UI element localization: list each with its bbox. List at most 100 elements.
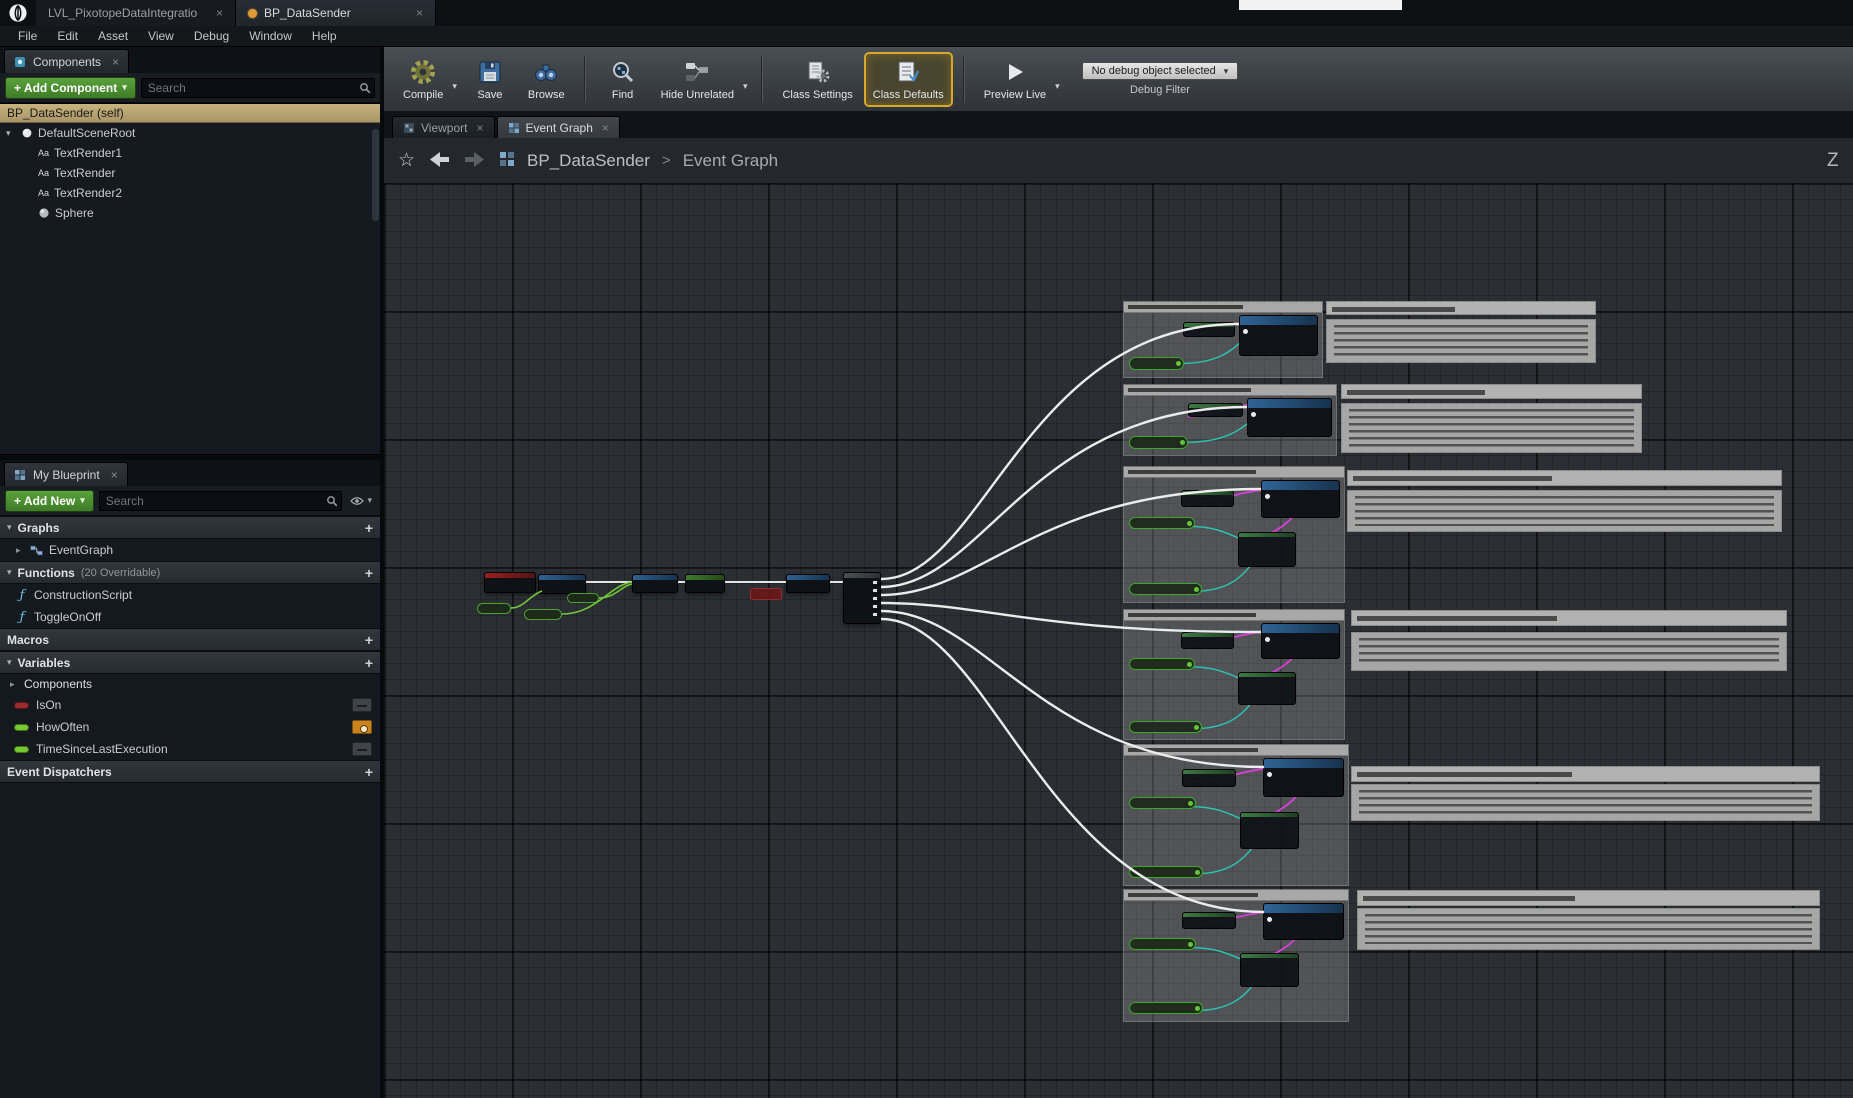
- list-item-eventgraph[interactable]: ▸ EventGraph: [0, 539, 380, 561]
- section-functions[interactable]: ▾ Functions (20 Overridable) +: [0, 561, 380, 584]
- comment-group[interactable]: [1123, 384, 1337, 456]
- comment-note-title[interactable]: [1351, 610, 1787, 626]
- tree-item-textrender1[interactable]: Aa TextRender1: [0, 143, 380, 163]
- eye-open-icon[interactable]: [352, 720, 372, 734]
- getter-node[interactable]: [1129, 357, 1184, 370]
- chevron-down-icon[interactable]: ▾: [7, 522, 12, 533]
- expander-arrow-icon[interactable]: ▾: [6, 128, 16, 139]
- close-icon[interactable]: ×: [216, 6, 223, 20]
- section-event-dispatchers[interactable]: Event Dispatchers +: [0, 760, 380, 783]
- my-blueprint-search-input[interactable]: [99, 491, 343, 511]
- add-new-button[interactable]: + Add New ▾: [5, 490, 94, 512]
- forward-arrow-icon[interactable]: [463, 151, 487, 171]
- list-item-toggleonoff[interactable]: ƒ ToggleOnOff: [0, 606, 380, 628]
- add-component-button[interactable]: + Add Component ▾: [5, 77, 136, 99]
- expander-arrow-icon[interactable]: ▸: [16, 545, 24, 556]
- eye-closed-icon[interactable]: [352, 698, 372, 712]
- getter-node[interactable]: [1129, 938, 1196, 950]
- variable-ison[interactable]: IsOn: [0, 694, 380, 716]
- compile-button[interactable]: Compile: [396, 54, 450, 105]
- menu-debug[interactable]: Debug: [184, 27, 239, 45]
- graph-node[interactable]: [632, 574, 678, 593]
- preview-live-button[interactable]: Preview Live: [977, 54, 1053, 105]
- graph-node[interactable]: [1238, 672, 1295, 706]
- getter-node[interactable]: [1129, 721, 1202, 733]
- close-icon[interactable]: ×: [602, 121, 609, 135]
- hide-unrelated-caret-icon[interactable]: ▾: [743, 67, 748, 92]
- comment-note-title[interactable]: [1326, 301, 1596, 315]
- event-graph-canvas[interactable]: [384, 183, 1853, 1098]
- getter-node[interactable]: [1129, 436, 1188, 449]
- comment-note-title[interactable]: [1357, 890, 1820, 906]
- variable-timesincelastexecution[interactable]: TimeSinceLastExecution: [0, 738, 380, 760]
- getter-node[interactable]: [567, 593, 599, 603]
- graph-node[interactable]: [1183, 322, 1234, 337]
- category-components[interactable]: ▸ Components: [0, 674, 380, 694]
- close-icon[interactable]: ×: [111, 468, 118, 482]
- graph-node[interactable]: [1240, 953, 1298, 987]
- comment-note-title[interactable]: [1351, 766, 1820, 782]
- menu-asset[interactable]: Asset: [88, 27, 138, 45]
- graph-node-main[interactable]: [1239, 315, 1318, 356]
- graph-node[interactable]: [1188, 403, 1243, 417]
- getter-node[interactable]: [1129, 583, 1202, 595]
- section-variables[interactable]: ▾ Variables +: [0, 651, 380, 674]
- graph-node[interactable]: [786, 574, 830, 593]
- add-event-dispatcher-button[interactable]: +: [365, 765, 373, 779]
- variable-howoften[interactable]: HowOften: [0, 716, 380, 738]
- tree-item-defaultsceneroot[interactable]: ▾ DefaultSceneRoot: [0, 123, 380, 143]
- menu-help[interactable]: Help: [302, 27, 347, 45]
- comment-note-body[interactable]: [1357, 908, 1820, 950]
- add-graph-button[interactable]: +: [365, 521, 373, 535]
- menu-view[interactable]: View: [138, 27, 184, 45]
- getter-node[interactable]: [524, 609, 562, 620]
- browse-button[interactable]: Browse: [521, 54, 572, 105]
- getter-node[interactable]: [1129, 1002, 1203, 1014]
- add-function-button[interactable]: +: [365, 566, 373, 580]
- comment-group[interactable]: [1123, 466, 1345, 603]
- compile-options-caret-icon[interactable]: ▾: [452, 67, 457, 92]
- getter-node[interactable]: [477, 603, 511, 614]
- back-arrow-icon[interactable]: [427, 151, 451, 171]
- getter-node[interactable]: [1129, 658, 1195, 670]
- graph-node-main[interactable]: [1247, 398, 1332, 437]
- tab-event-graph[interactable]: Event Graph ×: [497, 116, 620, 138]
- menu-window[interactable]: Window: [239, 27, 302, 45]
- tab-components[interactable]: Components ×: [4, 49, 129, 73]
- graph-node[interactable]: [685, 574, 725, 593]
- exec-output-pins[interactable]: [873, 581, 877, 618]
- save-button[interactable]: Save: [465, 54, 515, 105]
- chevron-down-icon[interactable]: ▾: [7, 657, 12, 668]
- getter-node[interactable]: [1129, 797, 1196, 809]
- list-item-constructionscript[interactable]: ƒ ConstructionScript: [0, 584, 380, 606]
- comment-note-body[interactable]: [1326, 319, 1596, 363]
- graph-node-main[interactable]: [1263, 903, 1344, 940]
- getter-node[interactable]: [1129, 517, 1195, 529]
- getter-node[interactable]: [1129, 866, 1203, 878]
- tab-viewport[interactable]: Viewport ×: [392, 116, 495, 138]
- tab-my-blueprint[interactable]: My Blueprint ×: [4, 462, 128, 486]
- tree-item-self[interactable]: BP_DataSender (self): [0, 103, 380, 123]
- add-variable-button[interactable]: +: [365, 656, 373, 670]
- graph-node-main[interactable]: [1263, 758, 1344, 797]
- section-graphs[interactable]: ▾ Graphs +: [0, 516, 380, 539]
- menu-edit[interactable]: Edit: [47, 27, 88, 45]
- graph-node[interactable]: [1182, 912, 1236, 929]
- class-settings-button[interactable]: Class Settings: [775, 54, 859, 105]
- graph-node-main[interactable]: [1261, 623, 1340, 659]
- graph-node-red[interactable]: [750, 588, 782, 600]
- tab-bp-datasender[interactable]: BP_DataSender ×: [236, 0, 436, 26]
- menu-file[interactable]: File: [8, 27, 47, 45]
- eye-closed-icon[interactable]: [352, 742, 372, 756]
- preview-live-caret-icon[interactable]: ▾: [1055, 67, 1060, 92]
- close-icon[interactable]: ×: [416, 6, 423, 20]
- tree-item-sphere[interactable]: Sphere: [0, 203, 380, 223]
- graph-node[interactable]: [1181, 632, 1234, 649]
- section-macros[interactable]: Macros +: [0, 628, 380, 651]
- comment-note-title[interactable]: [1341, 384, 1642, 399]
- unreal-engine-logo-icon[interactable]: [0, 0, 36, 26]
- graph-node[interactable]: [1182, 769, 1236, 787]
- visibility-filter-button[interactable]: ▾: [347, 495, 375, 506]
- find-button[interactable]: Find: [598, 54, 648, 105]
- expander-arrow-icon[interactable]: ▸: [10, 679, 18, 690]
